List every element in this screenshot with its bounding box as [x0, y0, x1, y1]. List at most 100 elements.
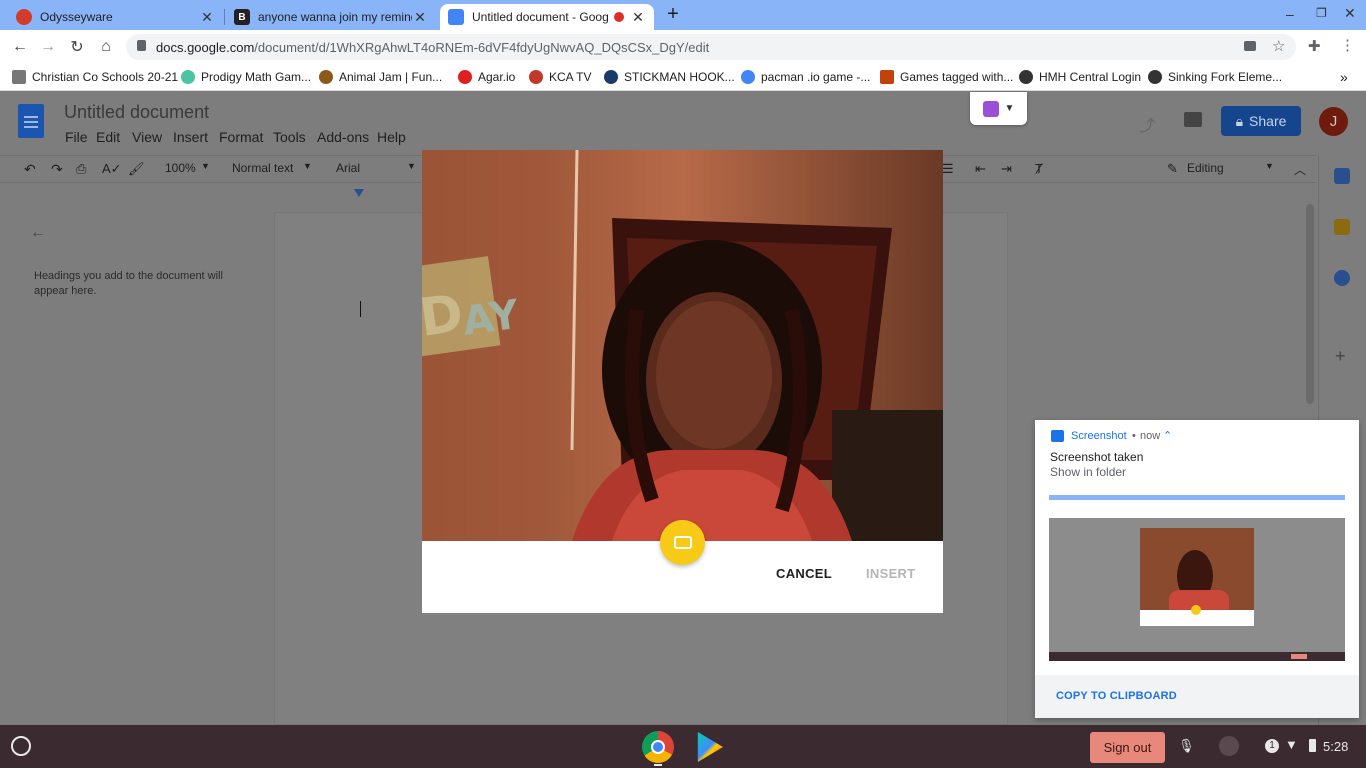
extension-popup[interactable]: ▼	[970, 92, 1027, 125]
wifi-icon[interactable]: ▼	[1285, 737, 1298, 752]
forward-icon[interactable]: →	[37, 36, 59, 58]
play-store-icon[interactable]	[697, 732, 723, 762]
stylus-icon[interactable]	[1219, 736, 1239, 756]
back-arrow-icon[interactable]: ←	[30, 224, 46, 242]
scrollbar[interactable]	[1306, 204, 1314, 404]
minimize-icon[interactable]: –	[1286, 6, 1294, 22]
notification-count-badge[interactable]: 1	[1265, 739, 1279, 753]
style-select[interactable]: Normal text	[232, 161, 293, 175]
list-icon[interactable]: ☰	[942, 161, 954, 177]
bookmarks-bar: Christian Co Schools 20-21 Prodigy Math …	[0, 63, 1366, 91]
redo-icon[interactable]: ↷	[51, 161, 63, 178]
bookmark[interactable]: Agar.io	[458, 68, 515, 86]
bookmark[interactable]: Animal Jam | Fun...	[319, 68, 442, 86]
add-addon-icon[interactable]: +	[1335, 346, 1346, 367]
zoom-select[interactable]: 100%	[165, 161, 196, 175]
url-path: /document/d/1WhXRgAhwLT4oRNEm-6dVF4fdyUg…	[254, 39, 710, 55]
docs-favicon-icon	[448, 9, 464, 25]
itch-icon	[880, 70, 894, 84]
share-button[interactable]: 🔒︎ Share	[1221, 106, 1301, 136]
menu-insert[interactable]: Insert	[173, 129, 208, 145]
document-title[interactable]: Untitled document	[64, 102, 209, 123]
tasks-icon[interactable]	[1334, 270, 1350, 286]
restore-icon[interactable]: ❐	[1316, 6, 1327, 20]
close-tab-icon[interactable]: ✕	[199, 9, 215, 26]
url-host: docs.google.com	[156, 39, 255, 55]
undo-icon[interactable]: ↶	[24, 161, 36, 178]
docs-logo-icon[interactable]	[18, 104, 44, 138]
bookmark-star-icon[interactable]: ☆	[1272, 37, 1285, 55]
tab-label: Untitled document - Google I	[472, 10, 608, 24]
reload-icon[interactable]: ↻	[66, 36, 88, 58]
notification-app: Screenshot	[1071, 430, 1127, 442]
odysseyware-favicon-icon	[16, 9, 32, 25]
google-icon	[741, 70, 755, 84]
clock[interactable]: 5:28	[1323, 739, 1348, 754]
capture-button[interactable]	[660, 520, 705, 565]
new-tab-icon[interactable]: +	[662, 4, 684, 26]
keep-icon[interactable]	[1334, 219, 1350, 235]
back-icon[interactable]: ←	[9, 36, 31, 58]
notification-dot: •	[1132, 430, 1136, 442]
tab-google-docs[interactable]: Untitled document - Google I ✕	[440, 4, 654, 30]
collapse-menus-icon[interactable]: ︿	[1294, 161, 1306, 178]
svg-text:AY: AY	[460, 291, 523, 345]
tab-strip: Odysseyware ✕ B anyone wanna join my rem…	[0, 0, 1366, 30]
screenshot-thumbnail[interactable]	[1049, 495, 1345, 661]
camera-preview: D AY	[422, 150, 943, 541]
bookmark[interactable]: KCA TV	[529, 68, 591, 86]
puzzle-icon	[982, 100, 999, 117]
menu-file[interactable]: File	[65, 129, 88, 145]
menu-help[interactable]: Help	[377, 129, 406, 145]
more-bookmarks-icon[interactable]: »	[1340, 68, 1348, 86]
close-window-icon[interactable]: ✕	[1344, 5, 1356, 22]
notification-subtitle[interactable]: Show in folder	[1050, 465, 1126, 479]
comments-icon[interactable]	[1184, 112, 1202, 127]
cancel-button[interactable]: CANCEL	[776, 566, 832, 581]
bookmark[interactable]: Prodigy Math Gam...	[181, 68, 311, 86]
document-outline: ← Headings you add to the document will …	[14, 200, 264, 725]
address-bar[interactable]: docs.google.com/document/d/1WhXRgAhwLT4o…	[126, 34, 1296, 60]
menu-addons[interactable]: Add-ons	[317, 129, 369, 145]
tab-odysseyware[interactable]: Odysseyware ✕	[8, 4, 223, 30]
bookmark[interactable]: pacman .io game -...	[741, 68, 870, 86]
menu-format[interactable]: Format	[219, 129, 263, 145]
copy-to-clipboard-button[interactable]: COPY TO CLIPBOARD	[1056, 690, 1177, 702]
bookmark[interactable]: Games tagged with...	[880, 68, 1013, 86]
bookmark[interactable]: Sinking Fork Eleme...	[1148, 68, 1282, 86]
sign-out-button[interactable]: Sign out	[1090, 732, 1165, 763]
font-select[interactable]: Arial	[336, 161, 360, 175]
menu-icon[interactable]: ⋮	[1340, 36, 1355, 54]
home-icon[interactable]: ⌂	[95, 36, 117, 58]
battery-icon[interactable]	[1309, 739, 1316, 752]
spellcheck-icon[interactable]: A✓	[102, 161, 122, 177]
chrome-icon[interactable]	[642, 731, 674, 763]
calendar-icon[interactable]	[1334, 168, 1350, 184]
stickman-icon	[604, 70, 618, 84]
bookmark[interactable]: STICKMAN HOOK...	[604, 68, 735, 86]
increase-indent-icon[interactable]: ⇥	[1001, 161, 1012, 177]
camera-in-use-icon[interactable]	[1244, 41, 1256, 51]
paint-format-icon[interactable]: 🖌︎	[128, 161, 145, 177]
launcher-icon[interactable]	[11, 736, 31, 756]
bookmark[interactable]: HMH Central Login	[1019, 68, 1141, 86]
activity-trend-icon[interactable]: ⤴	[1139, 112, 1155, 136]
close-tab-icon[interactable]: ✕	[412, 9, 428, 26]
menu-view[interactable]: View	[132, 129, 162, 145]
close-tab-icon[interactable]: ✕	[630, 9, 646, 26]
menu-tools[interactable]: Tools	[273, 129, 306, 145]
clear-formatting-icon[interactable]: Ⱦ	[1035, 161, 1043, 176]
avatar[interactable]: J	[1319, 107, 1348, 136]
chevron-up-icon[interactable]: ⌃	[1163, 429, 1172, 442]
image-icon	[1051, 430, 1064, 442]
insert-button[interactable]: INSERT	[866, 566, 915, 581]
decrease-indent-icon[interactable]: ⇤	[975, 161, 986, 177]
chevron-down-icon: ▼	[407, 161, 416, 171]
extensions-icon[interactable]: ✚	[1308, 37, 1321, 55]
bookmark[interactable]: Christian Co Schools 20-21	[12, 68, 178, 86]
print-icon[interactable]: ⎙	[76, 161, 86, 177]
menu-edit[interactable]: Edit	[96, 129, 120, 145]
mode-select[interactable]: Editing	[1187, 161, 1224, 175]
tab-reminder[interactable]: B anyone wanna join my reminde ✕	[226, 4, 436, 30]
microphone-icon[interactable]: 🎙︎	[1178, 738, 1195, 754]
